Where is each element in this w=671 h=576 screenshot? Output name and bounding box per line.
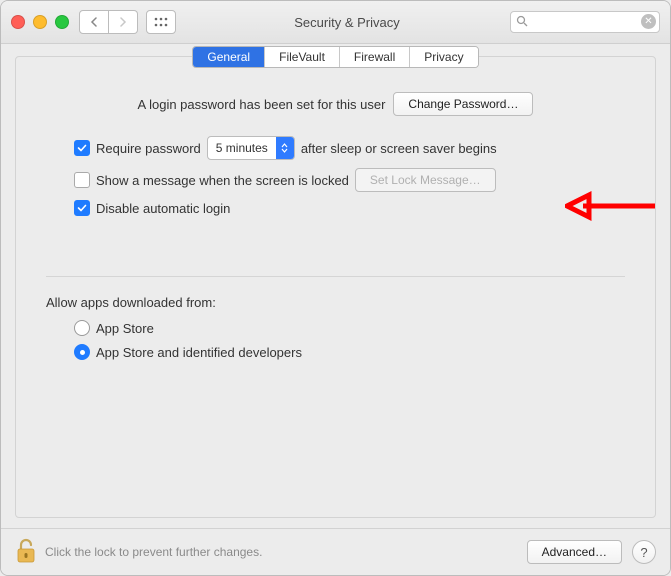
search-field[interactable]: ✕ (510, 11, 660, 33)
disable-auto-login-checkbox[interactable] (74, 200, 90, 216)
tab-strip: General FileVault Firewall Privacy (192, 46, 478, 68)
search-input[interactable] (510, 11, 660, 33)
tab-firewall[interactable]: Firewall (340, 47, 410, 67)
tab-privacy[interactable]: Privacy (410, 47, 477, 67)
disable-auto-login-label: Disable automatic login (96, 201, 230, 216)
minimize-window-button[interactable] (33, 15, 47, 29)
pref-panel: General FileVault Firewall Privacy A log… (15, 56, 656, 518)
require-password-delay-select[interactable]: 5 minutes (207, 136, 295, 160)
downloads-section-title: Allow apps downloaded from: (46, 295, 625, 310)
show-message-label: Show a message when the screen is locked (96, 173, 349, 188)
radio-app-store-label: App Store (96, 321, 154, 336)
tab-filevault[interactable]: FileVault (265, 47, 340, 67)
back-button[interactable] (79, 10, 109, 34)
close-window-button[interactable] (11, 15, 25, 29)
stepper-icon (276, 137, 294, 159)
radio-app-store-and-devs-label: App Store and identified developers (96, 345, 302, 360)
lock-text: Click the lock to prevent further change… (45, 545, 262, 559)
window-body: General FileVault Firewall Privacy A log… (1, 44, 670, 566)
require-password-suffix: after sleep or screen saver begins (301, 141, 497, 156)
window-controls (11, 15, 69, 29)
clear-search-icon[interactable]: ✕ (641, 14, 656, 29)
radio-app-store[interactable] (74, 320, 90, 336)
set-lock-message-button[interactable]: Set Lock Message… (355, 168, 496, 192)
show-message-checkbox[interactable] (74, 172, 90, 188)
lock-icon[interactable] (15, 538, 37, 567)
general-tab-content: A login password has been set for this u… (16, 68, 655, 360)
preferences-window: Security & Privacy ✕ General FileVault F… (0, 0, 671, 576)
search-icon (516, 15, 528, 30)
require-password-prefix: Require password (96, 141, 201, 156)
annotation-arrow (565, 189, 660, 226)
radio-app-store-and-devs[interactable] (74, 344, 90, 360)
require-password-delay-value: 5 minutes (208, 141, 276, 155)
advanced-button[interactable]: Advanced… (527, 540, 622, 564)
help-button[interactable]: ? (632, 540, 656, 564)
nav-buttons (79, 10, 138, 34)
footer-bar: Click the lock to prevent further change… (1, 528, 670, 575)
tab-row: General FileVault Firewall Privacy (16, 46, 655, 68)
require-password-checkbox[interactable] (74, 140, 90, 156)
titlebar: Security & Privacy ✕ (1, 1, 670, 44)
window-title: Security & Privacy (184, 15, 510, 30)
password-set-label: A login password has been set for this u… (138, 97, 386, 112)
downloads-radio-group: App Store App Store and identified devel… (74, 320, 625, 360)
change-password-button[interactable]: Change Password… (393, 92, 533, 116)
zoom-window-button[interactable] (55, 15, 69, 29)
forward-button[interactable] (109, 10, 138, 34)
section-divider (46, 276, 625, 277)
tab-general[interactable]: General (193, 47, 265, 67)
show-all-button[interactable] (146, 10, 176, 34)
